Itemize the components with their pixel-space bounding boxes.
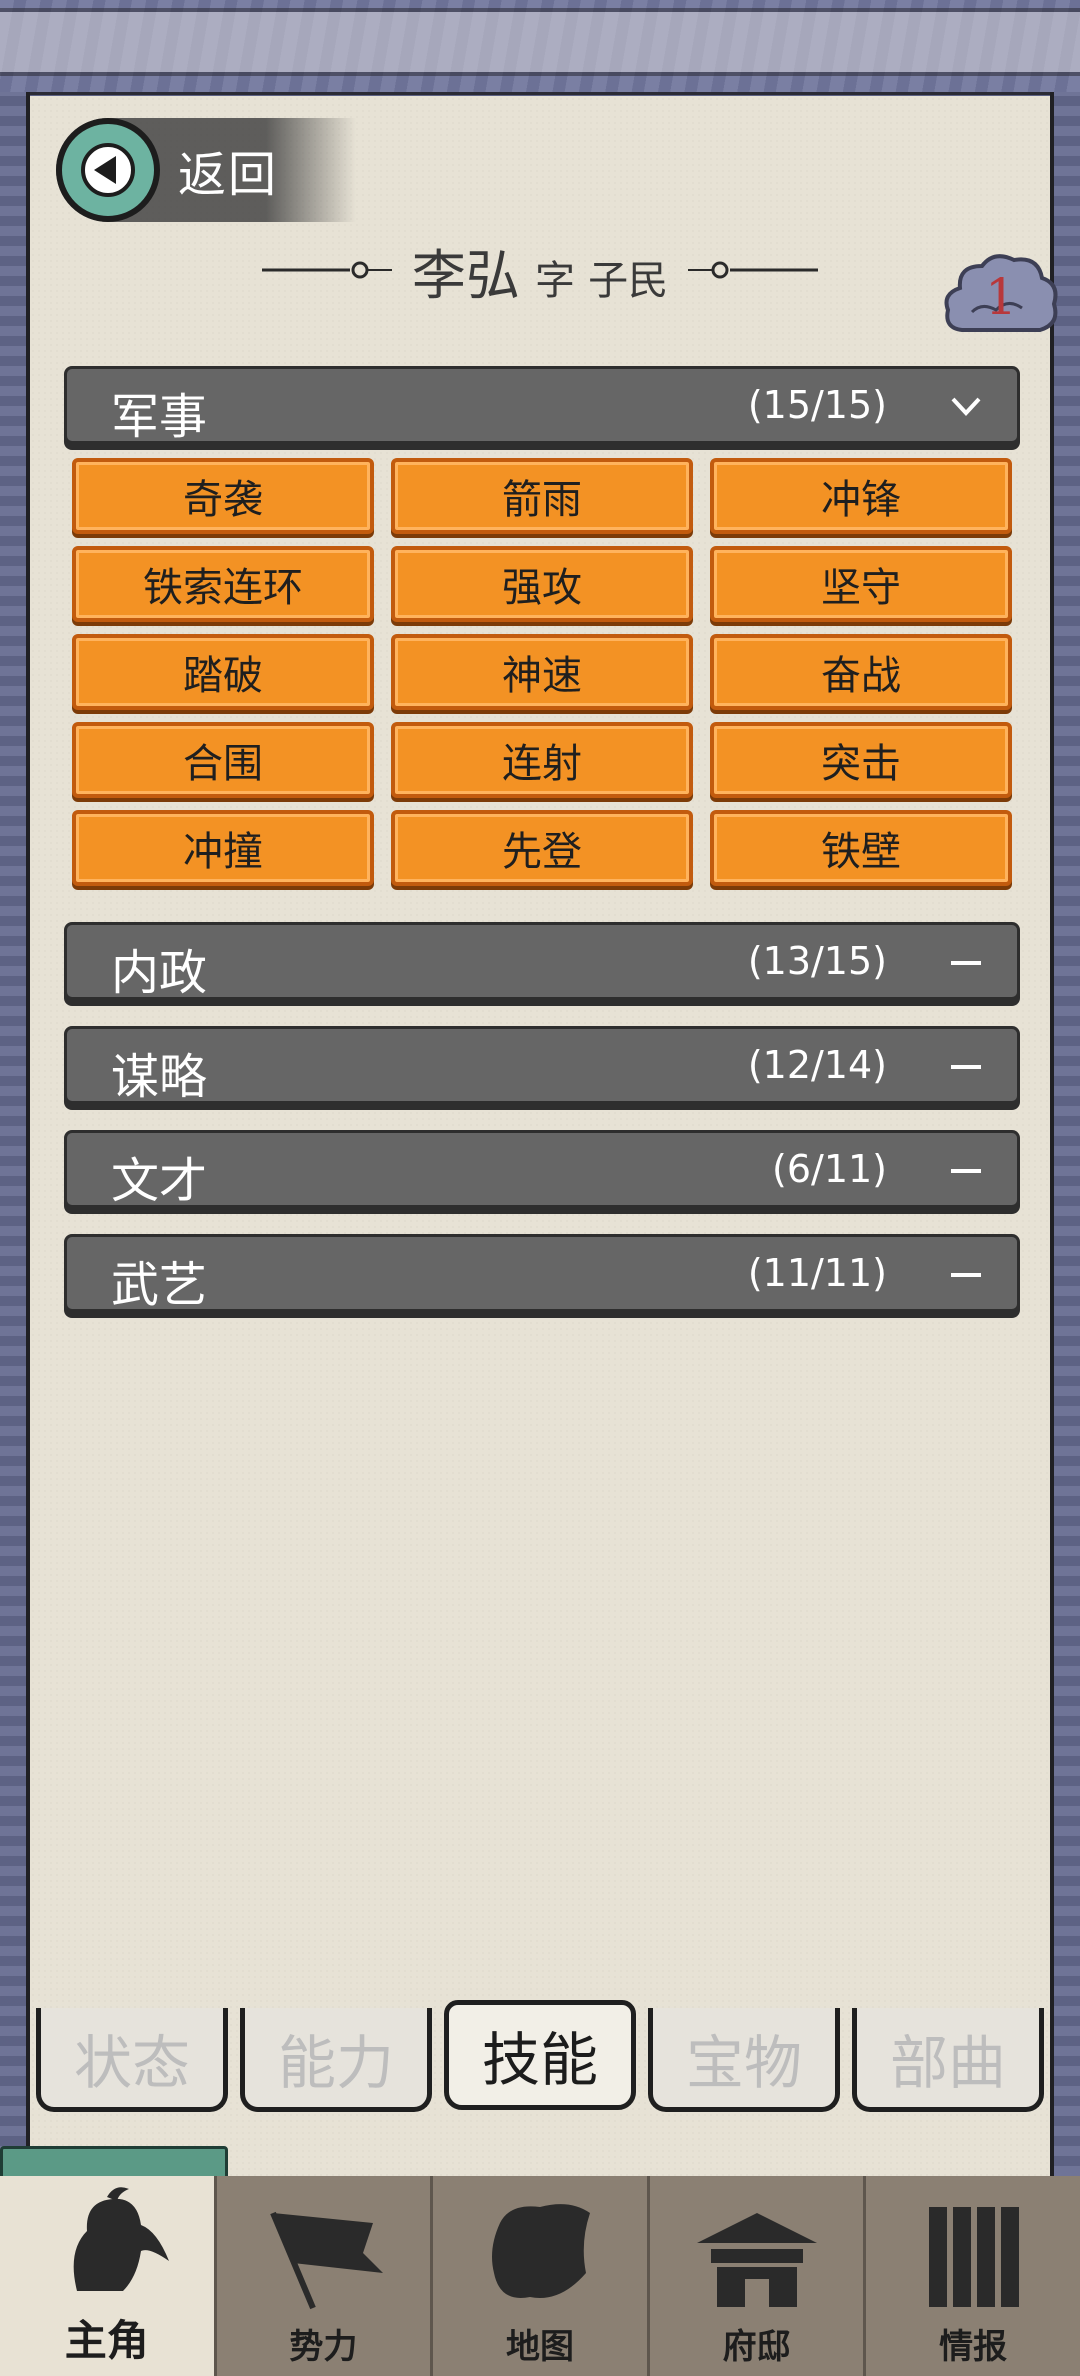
nav-intelligence[interactable]: 情报	[866, 2176, 1080, 2376]
back-button[interactable]: 返回	[56, 118, 356, 222]
tab-skills[interactable]: 技能	[444, 2000, 636, 2110]
collapse-dash-icon[interactable]	[945, 941, 987, 983]
flag-icon	[270, 2211, 384, 2310]
nav-label: 府邸	[722, 2327, 791, 2367]
skill-button[interactable]: 连射	[391, 722, 693, 798]
section-count: (13/15)	[747, 939, 887, 983]
section-count: (6/11)	[772, 1147, 887, 1191]
section-literary[interactable]: 文才 (6/11)	[64, 1130, 1020, 1209]
section-count: (15/15)	[747, 383, 887, 427]
skill-button[interactable]: 箭雨	[391, 458, 693, 534]
back-arrow-icon	[56, 118, 160, 222]
courtesy-name-label: 字	[535, 257, 575, 304]
warrior-head-icon	[73, 2187, 169, 2291]
skill-button[interactable]: 突击	[710, 722, 1012, 798]
nav-faction[interactable]: 势力	[217, 2176, 434, 2376]
collapse-dash-icon[interactable]	[945, 1045, 987, 1087]
nav-protagonist[interactable]: 主角	[0, 2176, 217, 2376]
character-title: 李弘 字 子民	[0, 230, 1080, 310]
section-label: 武艺	[111, 1257, 208, 1313]
courtesy-name-value: 子民	[588, 257, 669, 304]
collapse-dash-icon[interactable]	[945, 1149, 987, 1191]
nav-map[interactable]: 地图	[433, 2176, 650, 2376]
section-label: 谋略	[111, 1049, 208, 1105]
nav-label: 主角	[64, 2316, 149, 2365]
scroll-bamboo-icon	[929, 2207, 1020, 2307]
nav-mansion[interactable]: 府邸	[650, 2176, 867, 2376]
title-left-ornament-icon	[261, 261, 392, 279]
skill-button[interactable]: 冲撞	[72, 810, 374, 886]
bottom-navigation: 主角 势力 地图 府邸 情报	[0, 2176, 1080, 2376]
top-border-decoration	[0, 0, 1080, 95]
skill-button[interactable]: 神速	[391, 634, 693, 710]
skill-button[interactable]: 奋战	[710, 634, 1012, 710]
section-strategy[interactable]: 谋略 (12/14)	[64, 1026, 1020, 1105]
skill-button[interactable]: 踏破	[72, 634, 374, 710]
collapse-dash-icon[interactable]	[945, 1253, 987, 1295]
notification-cloud-badge[interactable]: 1	[942, 250, 1060, 346]
skill-button[interactable]: 奇袭	[72, 458, 374, 534]
skill-button[interactable]: 先登	[391, 810, 693, 886]
skill-button[interactable]: 冲锋	[710, 458, 1012, 534]
tab-status[interactable]: 状态	[36, 2008, 228, 2112]
tab-troops[interactable]: 部曲	[852, 2008, 1044, 2112]
nav-label: 情报	[939, 2327, 1008, 2367]
military-skill-grid: 奇袭 箭雨 冲锋 铁索连环 强攻 坚守 踏破 神速 奋战 合围 连射 突击 冲撞…	[72, 458, 1012, 886]
character-name: 李弘	[411, 243, 520, 307]
mansion-icon	[696, 2213, 817, 2307]
left-border	[0, 92, 30, 2176]
skill-button[interactable]: 坚守	[710, 546, 1012, 622]
section-martial[interactable]: 武艺 (11/11)	[64, 1234, 1020, 1313]
section-count: (11/11)	[747, 1251, 887, 1295]
nav-label: 势力	[289, 2327, 358, 2367]
badge-count: 1	[985, 268, 1017, 326]
skill-button[interactable]: 合围	[72, 722, 374, 798]
section-administration[interactable]: 内政 (13/15)	[64, 922, 1020, 1001]
skill-button[interactable]: 铁壁	[710, 810, 1012, 886]
skill-button[interactable]: 铁索连环	[72, 546, 374, 622]
section-label: 内政	[111, 945, 208, 1001]
section-label: 文才	[111, 1153, 208, 1209]
section-count: (12/14)	[747, 1043, 887, 1087]
nav-label: 地图	[505, 2327, 574, 2367]
tab-ability[interactable]: 能力	[240, 2008, 432, 2112]
map-icon	[491, 2204, 590, 2298]
section-military[interactable]: 军事 (15/15)	[64, 366, 1020, 445]
right-border	[1050, 92, 1080, 2176]
back-label: 返回	[178, 147, 279, 203]
chevron-down-icon[interactable]	[945, 385, 987, 427]
tab-treasure[interactable]: 宝物	[648, 2008, 840, 2112]
skill-button[interactable]: 强攻	[391, 546, 693, 622]
title-right-ornament-icon	[688, 261, 819, 279]
section-label: 军事	[111, 389, 208, 445]
character-tabs: 状态 能力 技能 宝物 部曲	[36, 2000, 1044, 2112]
